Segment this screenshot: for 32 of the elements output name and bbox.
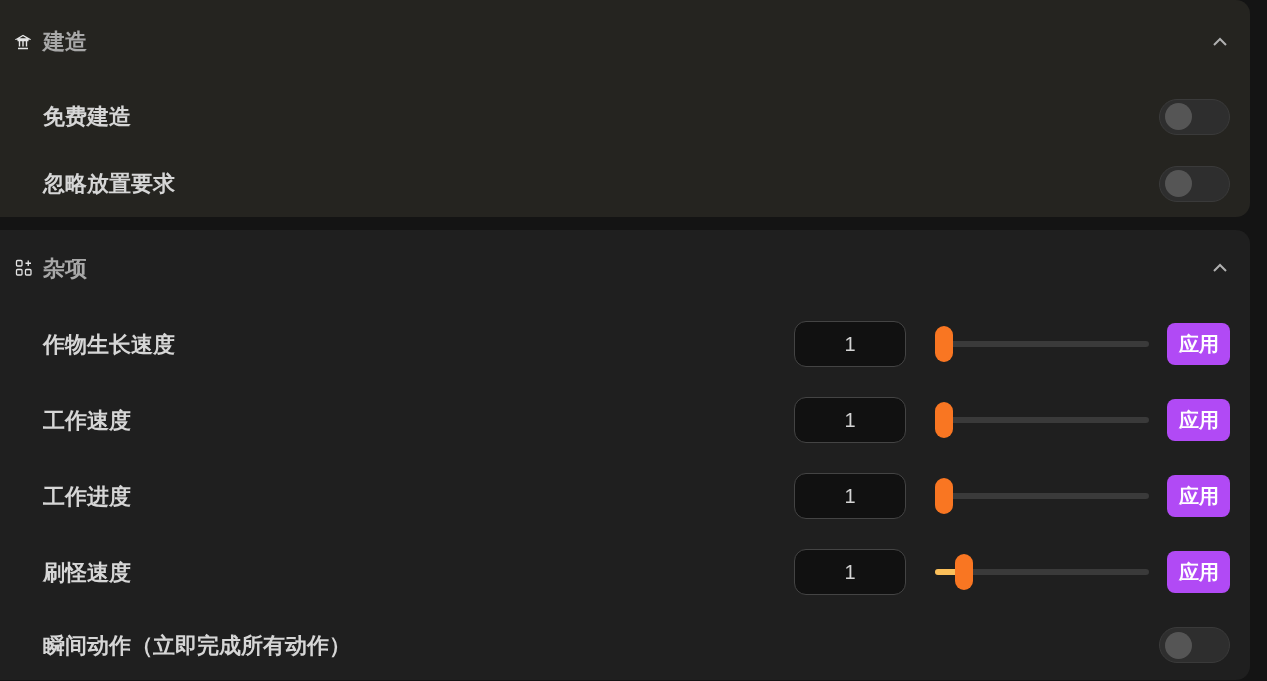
slider[interactable]: [935, 402, 1149, 438]
section-title: 建造: [43, 28, 87, 56]
setting-label: 工作进度: [43, 482, 131, 511]
setting-label: 瞬间动作（立即完成所有动作）: [43, 631, 351, 660]
apps-icon: [15, 259, 33, 277]
value-field[interactable]: 1: [794, 321, 906, 367]
setting-label: 免费建造: [43, 103, 131, 131]
setting-label: 忽略放置要求: [43, 170, 175, 198]
slider-thumb[interactable]: [935, 478, 953, 514]
toggle-switch[interactable]: [1159, 627, 1230, 663]
setting-label: 作物生长速度: [43, 330, 175, 359]
section-title: 杂项: [43, 254, 87, 283]
slider-thumb[interactable]: [935, 326, 953, 362]
bank-icon: [15, 33, 31, 50]
chevron-up-icon: [1212, 263, 1228, 273]
setting-label: 工作速度: [43, 406, 131, 435]
apply-button[interactable]: 应用: [1167, 323, 1230, 365]
toggle-switch[interactable]: [1159, 98, 1230, 135]
chevron-up-icon: [1212, 36, 1228, 47]
slider-thumb[interactable]: [935, 402, 953, 438]
value-field[interactable]: 1: [794, 473, 906, 519]
apply-button[interactable]: 应用: [1167, 399, 1230, 441]
value-field[interactable]: 1: [794, 549, 906, 595]
slider-thumb[interactable]: [954, 554, 973, 590]
apply-button[interactable]: 应用: [1167, 475, 1230, 517]
slider[interactable]: [935, 478, 1149, 514]
value-field[interactable]: 1: [794, 397, 906, 443]
apply-button[interactable]: 应用: [1167, 551, 1230, 593]
slider[interactable]: [935, 326, 1149, 362]
toggle-switch[interactable]: [1159, 165, 1230, 202]
slider[interactable]: [935, 554, 1149, 590]
setting-label: 刷怪速度: [43, 558, 131, 587]
